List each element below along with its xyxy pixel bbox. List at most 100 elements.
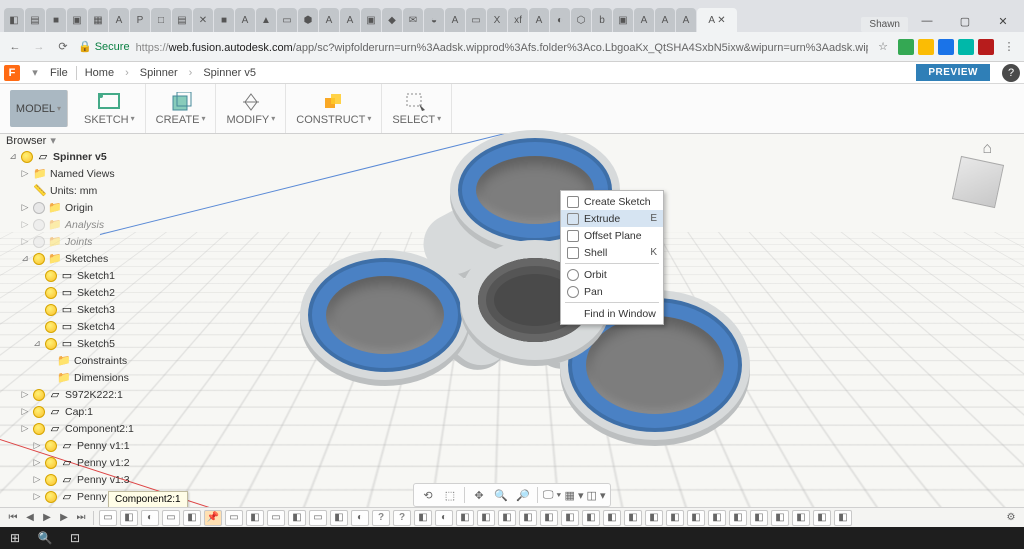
tree-penny3[interactable]: ▷▱Penny v1:3: [30, 471, 196, 488]
timeline-feature[interactable]: ▭: [99, 510, 117, 526]
search-button[interactable]: 🔍: [30, 527, 60, 549]
tab-active[interactable]: A ✕: [697, 8, 737, 32]
tab-07[interactable]: P: [130, 8, 150, 32]
timeline-play[interactable]: ▶: [40, 511, 54, 525]
home-view-icon[interactable]: ⌂: [982, 140, 992, 158]
timeline-feature[interactable]: ◧: [183, 510, 201, 526]
timeline-feature[interactable]: ◐: [351, 510, 369, 526]
ext-icon-4[interactable]: [958, 39, 974, 55]
timeline-feature[interactable]: ◧: [519, 510, 537, 526]
pan-tool[interactable]: ✥: [469, 486, 489, 504]
forward-button[interactable]: →: [30, 38, 48, 56]
bookmark-button[interactable]: ☆: [874, 38, 892, 56]
timeline-feature[interactable]: ◧: [708, 510, 726, 526]
window-close-button[interactable]: ✕: [988, 10, 1018, 32]
tree-penny1[interactable]: ▷▱Penny v1:1: [30, 437, 196, 454]
tab-27[interactable]: ◐: [550, 8, 570, 32]
tab-28[interactable]: ⬡: [571, 8, 591, 32]
tab-14[interactable]: ▭: [277, 8, 297, 32]
tab-16[interactable]: A: [319, 8, 339, 32]
task-view-button[interactable]: ⊡: [60, 527, 90, 549]
ext-icon-2[interactable]: [918, 39, 934, 55]
timeline-feature[interactable]: ◐: [435, 510, 453, 526]
tree-sketches[interactable]: ⊿📁Sketches: [18, 250, 196, 267]
tab-26[interactable]: A: [529, 8, 549, 32]
tab-25[interactable]: xf: [508, 8, 528, 32]
file-menu[interactable]: File: [50, 67, 68, 79]
tab-31[interactable]: A: [634, 8, 654, 32]
timeline-feature[interactable]: ◧: [582, 510, 600, 526]
timeline-feature[interactable]: ◧: [414, 510, 432, 526]
timeline-feature[interactable]: ◧: [687, 510, 705, 526]
timeline-feature[interactable]: ◧: [288, 510, 306, 526]
model-spinner[interactable]: [330, 150, 770, 470]
timeline-feature[interactable]: ◧: [498, 510, 516, 526]
ribbon-create[interactable]: CREATE▾: [146, 84, 217, 133]
ribbon-modify[interactable]: MODIFY▾: [216, 84, 286, 133]
user-chip[interactable]: Shawn: [861, 17, 908, 32]
timeline-feature[interactable]: 📌: [204, 510, 222, 526]
ctx-find-in-window[interactable]: Find in Window: [561, 305, 663, 322]
timeline-feature[interactable]: ◧: [120, 510, 138, 526]
tab-02[interactable]: ▤: [25, 8, 45, 32]
tab-13[interactable]: ▲: [256, 8, 276, 32]
app-menu-dropdown[interactable]: ▾: [28, 66, 42, 79]
ctx-extrude[interactable]: ExtrudeE: [561, 210, 663, 227]
help-icon[interactable]: ?: [1002, 64, 1020, 82]
look-at-tool[interactable]: ⬚: [440, 486, 460, 504]
timeline-end[interactable]: ⏭: [74, 511, 88, 525]
tree-units[interactable]: 📏Units: mm: [18, 182, 196, 199]
start-button[interactable]: ⊞: [0, 527, 30, 549]
timeline-feature[interactable]: ▭: [225, 510, 243, 526]
grid-settings[interactable]: ▦ ▾: [564, 486, 584, 504]
back-button[interactable]: ←: [6, 38, 24, 56]
workspace-dropdown[interactable]: MODEL▾: [10, 90, 68, 127]
timeline-feature[interactable]: ◧: [624, 510, 642, 526]
tree-cap[interactable]: ▷▱Cap:1: [18, 403, 196, 420]
timeline-feature[interactable]: ◧: [792, 510, 810, 526]
browser-panel-header[interactable]: Browser▾: [6, 134, 56, 147]
timeline-feature[interactable]: ◧: [750, 510, 768, 526]
tab-05[interactable]: ▦: [88, 8, 108, 32]
tree-sketch3[interactable]: ▭Sketch3: [30, 301, 196, 318]
tree-sketch1[interactable]: ▭Sketch1: [30, 267, 196, 284]
ctx-pan[interactable]: Pan: [561, 283, 663, 300]
secure-indicator[interactable]: 🔒 Secure: [78, 40, 130, 53]
timeline-prev[interactable]: ◀: [23, 511, 37, 525]
tree-joints[interactable]: ▷📁Joints: [18, 233, 196, 250]
timeline-next[interactable]: ▶: [57, 511, 71, 525]
tree-component2[interactable]: ▷▱Component2:1: [18, 420, 196, 437]
crumb-home[interactable]: Home: [85, 67, 114, 79]
ribbon-construct[interactable]: CONSTRUCT▾: [286, 84, 382, 133]
ctx-create-sketch[interactable]: Create Sketch: [561, 193, 663, 210]
tree-sketch5[interactable]: ⊿▭Sketch5: [30, 335, 196, 352]
timeline-feature[interactable]: ◧: [729, 510, 747, 526]
ctx-orbit[interactable]: Orbit: [561, 266, 663, 283]
timeline-feature[interactable]: ▭: [267, 510, 285, 526]
tab-19[interactable]: ◆: [382, 8, 402, 32]
crumb-file[interactable]: Spinner v5: [203, 67, 256, 79]
tree-named-views[interactable]: ▷📁Named Views: [18, 165, 196, 182]
tab-10[interactable]: ✕: [193, 8, 213, 32]
timeline-feature[interactable]: ◧: [666, 510, 684, 526]
timeline-feature[interactable]: ◧: [540, 510, 558, 526]
tab-29[interactable]: b: [592, 8, 612, 32]
ribbon-sketch[interactable]: SKETCH▾: [74, 84, 146, 133]
timeline-feature[interactable]: ◧: [246, 510, 264, 526]
zoom-window-tool[interactable]: 🔎: [513, 486, 533, 504]
preview-button[interactable]: PREVIEW: [916, 64, 990, 81]
viewport-layout[interactable]: ◫ ▾: [586, 486, 606, 504]
timeline-feature[interactable]: ◧: [561, 510, 579, 526]
tab-03[interactable]: ■: [46, 8, 66, 32]
timeline-feature[interactable]: ◧: [771, 510, 789, 526]
tree-constraints[interactable]: 📁Constraints: [42, 352, 196, 369]
ribbon-select[interactable]: SELECT▾: [382, 84, 452, 133]
zoom-tool[interactable]: 🔍: [491, 486, 511, 504]
timeline-feature[interactable]: ◧: [603, 510, 621, 526]
tab-06[interactable]: A: [109, 8, 129, 32]
ext-icon-1[interactable]: [898, 39, 914, 55]
ext-icon-3[interactable]: [938, 39, 954, 55]
timeline-feature[interactable]: ◧: [645, 510, 663, 526]
ctx-shell[interactable]: ShellK: [561, 244, 663, 261]
window-maximize-button[interactable]: ▢: [950, 10, 980, 32]
